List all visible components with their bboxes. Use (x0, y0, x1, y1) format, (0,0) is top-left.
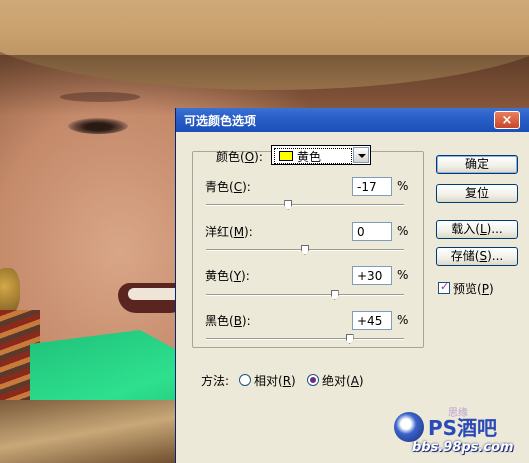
eye (68, 118, 128, 134)
eyebrow (60, 92, 140, 102)
magenta-label: 洋红(M): (205, 225, 253, 239)
selected-color: 黄色 (297, 150, 322, 164)
black-input[interactable]: +45 (352, 311, 392, 330)
colors-dropdown[interactable]: 黄色 (271, 145, 371, 165)
black-slider-track[interactable] (206, 338, 404, 340)
watermark: 思缘 PS酒吧 bbs.98ps.com (388, 404, 529, 463)
absolute-label: 绝对(A) (322, 374, 364, 388)
earring (0, 268, 20, 314)
yellow-slider-track[interactable] (206, 294, 404, 296)
colors-label: 颜色(O): (216, 150, 263, 164)
watermark-brand: PS酒吧 (428, 416, 498, 440)
dialog-title: 可选颜色选项 (184, 114, 257, 128)
method-label: 方法: (201, 374, 230, 388)
black-label: 黑色(B): (205, 314, 251, 328)
close-button[interactable]: × (494, 111, 520, 129)
magenta-percent: % (397, 224, 409, 238)
black-percent: % (397, 313, 409, 327)
cyan-input[interactable]: -17 (352, 177, 392, 196)
preview-checkbox[interactable] (438, 280, 450, 294)
preview-label: 预览(P) (453, 282, 494, 296)
title-bar[interactable]: 可选颜色选项 × (176, 108, 529, 132)
magenta-input[interactable]: 0 (352, 222, 392, 241)
cyan-label: 青色(C): (205, 180, 251, 194)
reset-button[interactable]: 复位 (436, 184, 518, 203)
cyan-slider-track[interactable] (206, 204, 404, 206)
relative-radio[interactable] (239, 374, 251, 386)
ok-button[interactable]: 确定 (436, 155, 518, 174)
color-swatch (279, 151, 293, 161)
load-button[interactable]: 载入(L)... (436, 220, 518, 239)
dropdown-value-box: 黄色 (274, 148, 352, 164)
hat-shadow (0, 55, 529, 115)
ps-logo-icon (394, 412, 424, 442)
teeth (128, 288, 180, 300)
save-button[interactable]: 存储(S)... (436, 247, 518, 266)
chevron-down-icon[interactable] (353, 147, 369, 163)
relative-label: 相对(R) (254, 374, 296, 388)
cyan-percent: % (397, 179, 409, 193)
yellow-input[interactable]: +30 (352, 266, 392, 285)
yellow-percent: % (397, 268, 409, 282)
absolute-radio[interactable] (307, 374, 319, 386)
cloth (0, 400, 190, 463)
watermark-url: bbs.98ps.com (412, 440, 514, 455)
yellow-label: 黄色(Y): (205, 269, 250, 283)
